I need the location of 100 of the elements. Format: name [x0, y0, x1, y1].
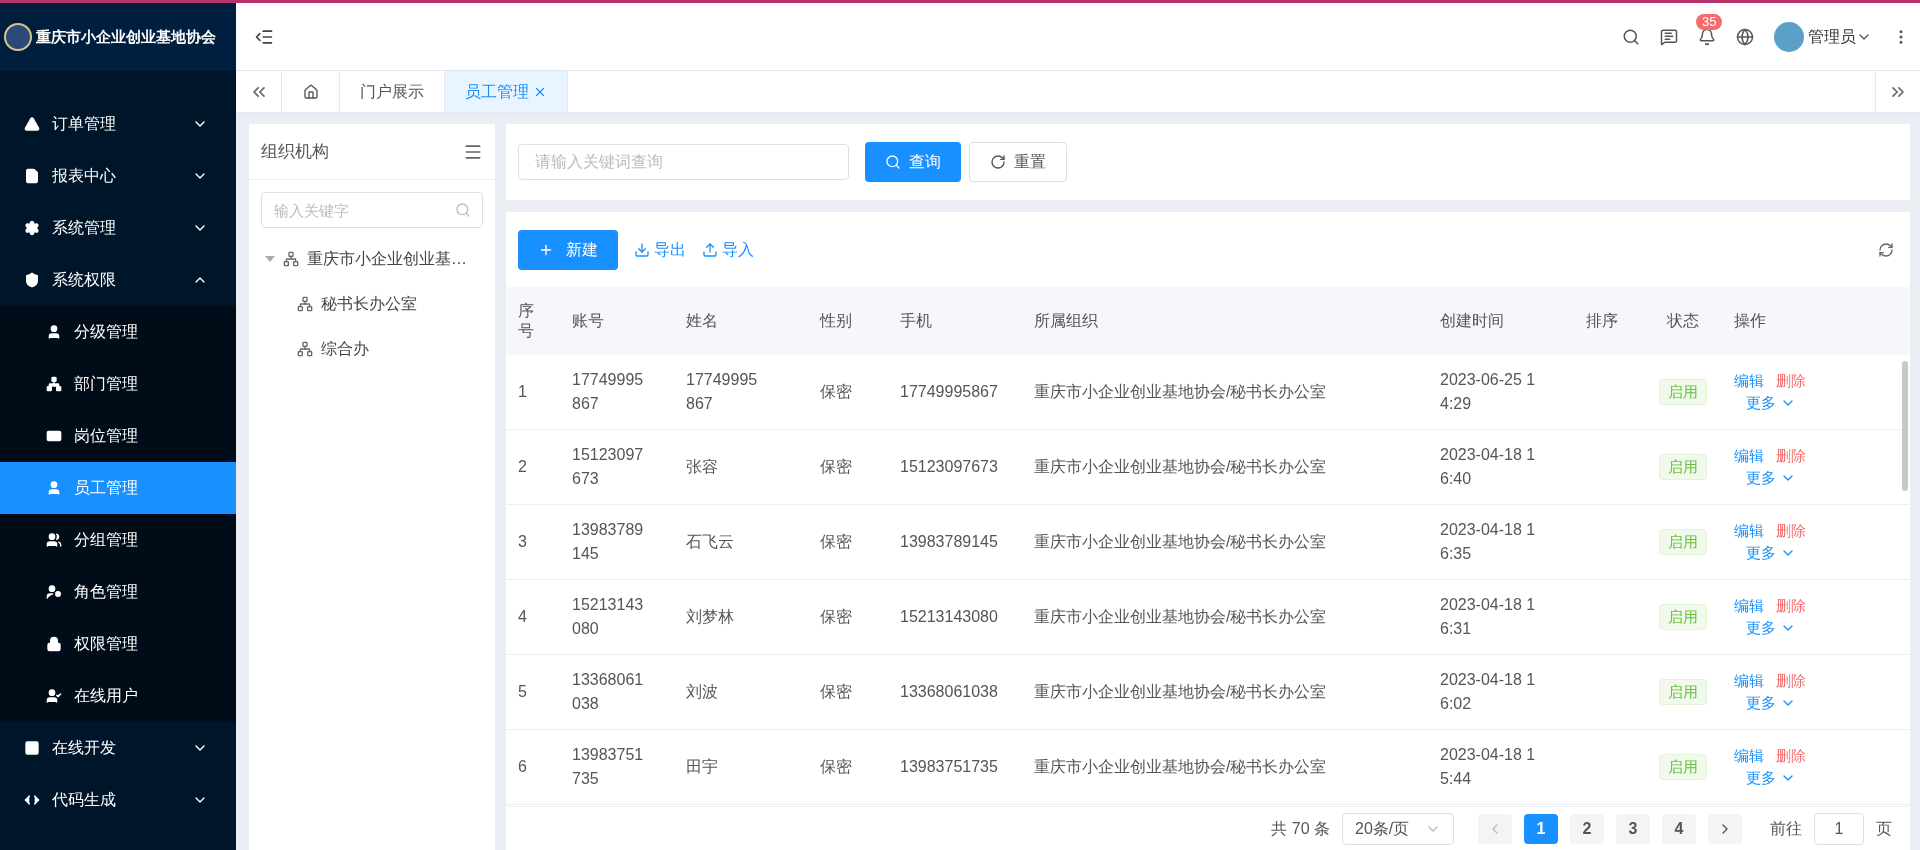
tab[interactable]: 员工管理	[445, 71, 568, 112]
keyword-field[interactable]: 请输入关键词查询	[518, 144, 849, 180]
sidebar-menu-item[interactable]: 系统权限	[0, 254, 236, 306]
table-cell-text: 13983789145	[572, 520, 644, 564]
sidebar-submenu-item[interactable]: 角色管理	[0, 566, 236, 618]
table-cell-text: 重庆市小企业创业基地协会/秘书长办公室	[1034, 607, 1327, 627]
edit-link[interactable]: 编辑	[1734, 670, 1764, 692]
more-link[interactable]: 更多	[1746, 392, 1796, 414]
triangle-icon	[24, 116, 40, 132]
edit-link[interactable]: 编辑	[1734, 445, 1764, 467]
sidebar-menu-item[interactable]: 系统管理	[0, 202, 236, 254]
table-cell-text: 2023-04-18 16:02	[1440, 670, 1537, 714]
tree-node[interactable]: 重庆市小企业创业基…	[257, 236, 487, 281]
table-cell-text: 保密	[820, 532, 852, 552]
status-tag: 启用	[1659, 379, 1707, 405]
sidebar-menu-item[interactable]: 报表中心	[0, 150, 236, 202]
bell-icon[interactable]	[1698, 27, 1716, 46]
table-cell-text: 保密	[820, 607, 852, 627]
lock-icon	[46, 636, 62, 652]
table-cell-text: 刘梦林	[686, 607, 735, 627]
shield-icon	[24, 272, 40, 288]
user-icon	[46, 324, 62, 340]
status-tag: 启用	[1659, 604, 1707, 630]
edit-link[interactable]: 编辑	[1734, 595, 1764, 617]
column-header: 序号	[518, 301, 534, 341]
export-link[interactable]: 导出	[634, 237, 686, 262]
home-icon	[302, 83, 319, 100]
delete-link[interactable]: 删除	[1776, 595, 1806, 617]
import-link[interactable]: 导入	[702, 237, 754, 262]
table-cell-text: 2023-04-18 15:44	[1440, 745, 1537, 789]
new-button[interactable]: 新建	[518, 229, 618, 270]
page-button[interactable]: 3	[1616, 813, 1650, 844]
table-cell-text: 石飞云	[686, 532, 735, 552]
sidebar-submenu-item[interactable]: 员工管理	[0, 462, 236, 514]
hierarchy-icon	[297, 295, 313, 312]
page-button[interactable]: 2	[1570, 813, 1604, 844]
refresh-icon[interactable]	[1878, 241, 1894, 258]
sidebar-submenu-item[interactable]: 在线用户	[0, 670, 236, 722]
message-icon[interactable]	[1660, 27, 1678, 46]
table-cell-text: 田宇	[686, 757, 719, 777]
search-icon	[455, 202, 471, 218]
sidebar-menu-item[interactable]: 代码生成	[0, 774, 236, 826]
delete-link[interactable]: 删除	[1776, 670, 1806, 692]
page-button[interactable]: 4	[1662, 813, 1696, 844]
status-tag: 启用	[1659, 679, 1707, 705]
more-link[interactable]: 更多	[1746, 542, 1796, 564]
more-link[interactable]: 更多	[1746, 617, 1796, 639]
upload-icon	[702, 241, 718, 258]
table-cell-text: 15213143080	[900, 607, 998, 627]
status-tag: 启用	[1659, 529, 1707, 555]
table-cell-text: 重庆市小企业创业基地协会/秘书长办公室	[1034, 532, 1327, 552]
sidebar-submenu-item[interactable]: 分级管理	[0, 306, 236, 358]
sidebar-submenu-item[interactable]: 岗位管理	[0, 410, 236, 462]
hierarchy-icon	[283, 250, 299, 267]
page-number-field[interactable]: 1	[1814, 812, 1864, 845]
sidebar-menu-item[interactable]: 在线开发	[0, 722, 236, 774]
column-header: 创建时间	[1440, 311, 1504, 331]
table-cell-text: 13983789145	[900, 532, 998, 552]
sidebar-submenu-item[interactable]: 部门管理	[0, 358, 236, 410]
user-menu[interactable]: 管理员	[1774, 21, 1872, 52]
status-tag: 启用	[1659, 754, 1707, 780]
keyword-search-field[interactable]: 输入关键字	[261, 192, 483, 228]
tree-node[interactable]: 秘书长办公室	[257, 281, 487, 326]
download-icon	[634, 241, 650, 258]
table-cell-text: 5	[518, 682, 527, 702]
user-name: 管理员	[1808, 26, 1856, 47]
edit-link[interactable]: 编辑	[1734, 520, 1764, 542]
edit-link[interactable]: 编辑	[1734, 370, 1764, 392]
user-icon	[46, 688, 62, 704]
page-suffix: 页	[1876, 818, 1892, 839]
delete-link[interactable]: 删除	[1776, 370, 1806, 392]
sidebar-submenu-item[interactable]: 权限管理	[0, 618, 236, 670]
table-cell-text: 1	[518, 382, 527, 402]
more-link[interactable]: 更多	[1746, 767, 1796, 789]
sidebar-submenu-item[interactable]: 分组管理	[0, 514, 236, 566]
delete-link[interactable]: 删除	[1776, 520, 1806, 542]
table-cell-text: 3	[518, 532, 527, 552]
table-cell-text: 重庆市小企业创业基地协会/秘书长办公室	[1034, 457, 1327, 477]
page-size-select[interactable]: 20条/页	[1342, 812, 1454, 845]
sidebar-menu-item[interactable]: 订单管理	[0, 98, 236, 150]
table-cell-text: 13983751735	[572, 745, 644, 789]
table-cell-text: 2023-06-25 14:29	[1440, 370, 1537, 414]
table-cell-text: 保密	[820, 382, 852, 402]
tree-node[interactable]: 综合办	[257, 326, 487, 371]
table-cell-text: 保密	[820, 682, 852, 702]
delete-link[interactable]: 删除	[1776, 445, 1806, 467]
reset-button[interactable]: 重置	[969, 142, 1067, 182]
more-link[interactable]: 更多	[1746, 467, 1796, 489]
globe-icon[interactable]	[1736, 27, 1754, 46]
search-icon[interactable]	[1622, 27, 1640, 46]
column-header: 账号	[572, 311, 604, 331]
hierarchy-icon	[297, 340, 313, 357]
more-link[interactable]: 更多	[1746, 692, 1796, 714]
table-cell-text: 重庆市小企业创业基地协会/秘书长办公室	[1034, 682, 1327, 702]
query-button[interactable]: 查询	[865, 142, 961, 182]
delete-link[interactable]: 删除	[1776, 745, 1806, 767]
page-button[interactable]: 1	[1524, 813, 1558, 844]
table-cell-text: 17749995867	[572, 370, 644, 414]
goto-label: 前往	[1770, 818, 1802, 839]
edit-link[interactable]: 编辑	[1734, 745, 1764, 767]
